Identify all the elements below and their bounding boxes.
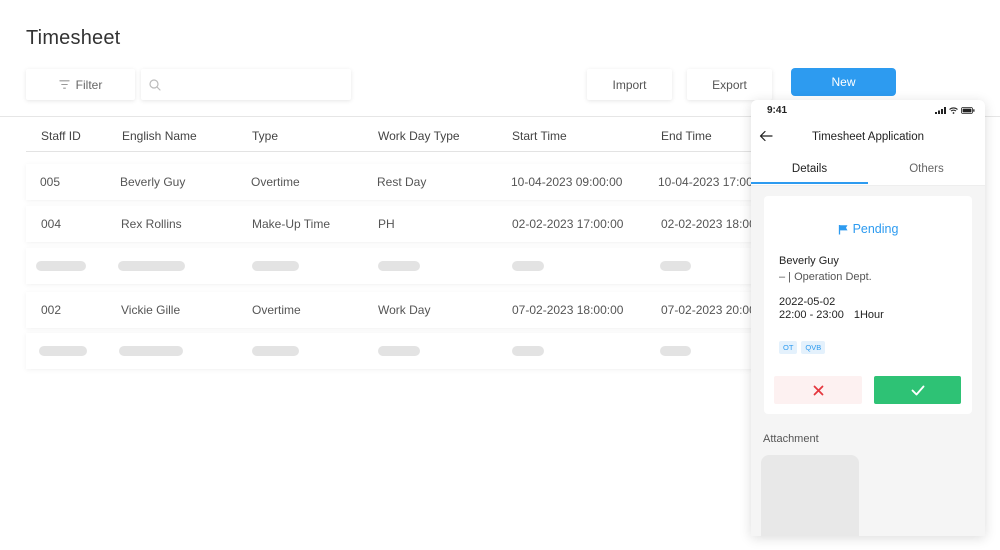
battery-icon (961, 107, 975, 114)
attachment-label: Attachment (763, 433, 819, 445)
application-card: Pending Beverly Guy – | Operation Dept. … (764, 196, 972, 414)
import-button[interactable]: Import (587, 69, 672, 100)
skeleton-bar (119, 346, 183, 356)
search-icon (149, 78, 161, 91)
tab-details[interactable]: Details (751, 152, 868, 185)
column-header-staff-id[interactable]: Staff ID (41, 129, 81, 143)
nav-bar: Timesheet Application (751, 122, 985, 152)
signal-icon (935, 107, 946, 114)
skeleton-bar (512, 346, 544, 356)
table-row[interactable]: 005 Beverly Guy Overtime Rest Day 10-04-… (26, 164, 766, 200)
skeleton-bar (378, 261, 420, 271)
cell-work-day-type: Rest Day (377, 175, 427, 189)
time-range-row: 22:00 - 23:00 1Hour (779, 309, 884, 321)
column-header-work-day-type[interactable]: Work Day Type (378, 129, 460, 143)
cell-end-time: 02-02-2023 18:00 (661, 217, 756, 231)
status-bar: 9:41 (751, 100, 985, 122)
column-header-type[interactable]: Type (252, 129, 278, 143)
applicant-name: Beverly Guy (779, 255, 839, 267)
table-row[interactable]: 004 Rex Rollins Make-Up Time PH 02-02-20… (26, 206, 766, 242)
check-icon (911, 385, 924, 395)
tab-others[interactable]: Others (868, 152, 985, 185)
tag-list: OT QVB (779, 341, 826, 354)
skeleton-bar (252, 346, 299, 356)
filter-label: Filter (75, 77, 103, 92)
skeleton-bar (660, 346, 691, 356)
cell-type: Overtime (252, 303, 301, 317)
mobile-preview-panel: 9:41 Timesheet Application Details Other… (751, 100, 985, 536)
cell-english-name: Beverly Guy (120, 175, 186, 189)
skeleton-bar (512, 261, 544, 271)
cell-type: Overtime (251, 175, 300, 189)
page-title: Timesheet (26, 27, 121, 49)
cell-start-time: 02-02-2023 17:00:00 (512, 217, 624, 231)
filter-icon (59, 80, 70, 89)
nav-title: Timesheet Application (811, 131, 925, 143)
wifi-icon (949, 107, 958, 114)
tab-bar: Details Others (751, 152, 985, 186)
approve-button[interactable] (874, 376, 961, 404)
application-date: 2022-05-02 (779, 296, 836, 308)
cell-type: Make-Up Time (252, 217, 331, 231)
cell-staff-id: 005 (40, 175, 61, 189)
skeleton-bar (118, 261, 185, 271)
skeleton-bar (36, 261, 86, 271)
column-header-end-time[interactable]: End Time (661, 129, 712, 143)
tag: OT (779, 341, 798, 354)
export-button[interactable]: Export (687, 69, 772, 100)
cell-end-time: 07-02-2023 20:00 (661, 303, 756, 317)
department: – | Operation Dept. (779, 271, 872, 283)
status-time: 9:41 (767, 105, 788, 116)
skeleton-bar (660, 261, 691, 271)
close-icon (813, 385, 823, 395)
flag-icon (838, 224, 848, 234)
table-row[interactable]: 002 Vickie Gille Overtime Work Day 07-02… (26, 292, 766, 328)
filter-button[interactable]: Filter (26, 69, 135, 100)
table-row-loading (26, 333, 766, 369)
time-range: 22:00 - 23:00 (779, 309, 844, 321)
cell-start-time: 10-04-2023 09:00:00 (511, 175, 623, 189)
cell-start-time: 07-02-2023 18:00:00 (512, 303, 624, 317)
cell-staff-id: 004 (41, 217, 62, 231)
column-header-start-time[interactable]: Start Time (512, 129, 567, 143)
duration: 1Hour (853, 309, 884, 321)
skeleton-bar (252, 261, 299, 271)
reject-button[interactable] (774, 376, 862, 404)
table-row-loading (26, 248, 766, 284)
cell-work-day-type: PH (378, 217, 395, 231)
new-button[interactable]: New (791, 68, 896, 96)
skeleton-bar (378, 346, 420, 356)
status-text: Pending (852, 222, 899, 236)
status-badge: Pending (764, 222, 972, 236)
search-box[interactable] (141, 69, 351, 100)
tag: QVB (801, 341, 826, 354)
search-input[interactable] (169, 69, 351, 100)
active-tab-indicator (751, 182, 868, 184)
column-header-english-name[interactable]: English Name (122, 129, 197, 143)
skeleton-bar (39, 346, 87, 356)
cell-staff-id: 002 (41, 303, 62, 317)
cell-end-time: 10-04-2023 17:00 (658, 175, 753, 189)
table-header-divider (26, 151, 766, 152)
attachment-thumbnail[interactable] (761, 455, 859, 536)
cell-english-name: Vickie Gille (121, 303, 181, 317)
cell-work-day-type: Work Day (378, 303, 431, 317)
cell-english-name: Rex Rollins (121, 217, 182, 231)
status-icons (935, 107, 975, 114)
